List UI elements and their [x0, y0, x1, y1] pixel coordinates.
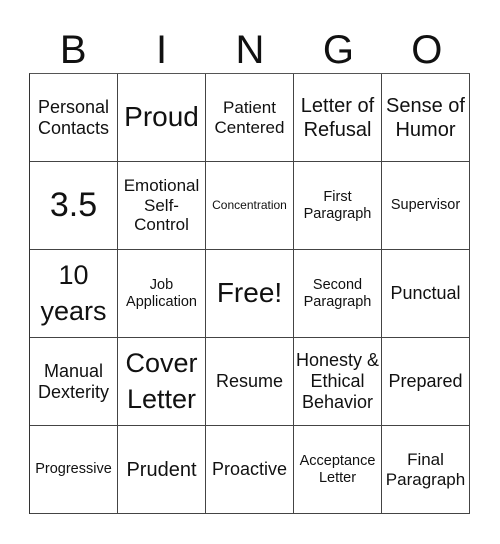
bingo-cell[interactable]: Supervisor	[382, 162, 470, 250]
header-letter-i: I	[156, 28, 168, 72]
header-letter-g: G	[322, 28, 354, 72]
bingo-cell[interactable]: Proud	[118, 74, 206, 162]
bingo-cell[interactable]: Patient Centered	[206, 74, 294, 162]
bingo-cell[interactable]: Progressive	[30, 426, 118, 514]
bingo-cell[interactable]: Final Paragraph	[382, 426, 470, 514]
bingo-cell[interactable]: Personal Contacts	[30, 74, 118, 162]
bingo-cell[interactable]: Sense of Humor	[382, 74, 470, 162]
bingo-cell[interactable]: Prudent	[118, 426, 206, 514]
bingo-card-grid: Personal Contacts Proud Patient Centered…	[29, 73, 470, 514]
header-letter-o: O	[411, 28, 443, 72]
bingo-cell[interactable]: Cover Letter	[118, 338, 206, 426]
bingo-cell[interactable]: 3.5	[30, 162, 118, 250]
header-letter-b: B	[59, 28, 87, 72]
bingo-cell[interactable]: Manual Dexterity	[30, 338, 118, 426]
header-letter-n: N	[235, 28, 265, 72]
bingo-cell[interactable]: Emotional Self-Control	[118, 162, 206, 250]
bingo-cell[interactable]: 10 years	[30, 250, 118, 338]
bingo-cell[interactable]: Resume	[206, 338, 294, 426]
bingo-cell[interactable]: Proactive	[206, 426, 294, 514]
bingo-cell[interactable]: Punctual	[382, 250, 470, 338]
bingo-cell[interactable]: Prepared	[382, 338, 470, 426]
bingo-cell[interactable]: First Paragraph	[294, 162, 382, 250]
bingo-cell-free[interactable]: Free!	[206, 250, 294, 338]
bingo-cell[interactable]: Second Paragraph	[294, 250, 382, 338]
bingo-cell[interactable]: Letter of Refusal	[294, 74, 382, 162]
bingo-cell[interactable]: Honesty & Ethical Behavior	[294, 338, 382, 426]
bingo-cell[interactable]: Concentration	[206, 162, 294, 250]
bingo-header: B I N G O	[29, 28, 471, 72]
bingo-cell[interactable]: Job Application	[118, 250, 206, 338]
bingo-cell[interactable]: Acceptance Letter	[294, 426, 382, 514]
